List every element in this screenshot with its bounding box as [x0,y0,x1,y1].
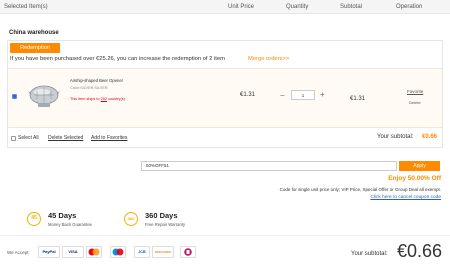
boleto-icon [180,246,196,258]
cart-item-row: Airship-shaped Beer Opener Color:SILVER,… [8,68,442,128]
order-subtotal-value: €0.66 [397,241,443,261]
warehouse-subtotal-label: Your subtotal: [377,134,414,140]
bulk-actions-row: Select All Delete Selected Add to Favori… [8,134,442,146]
repair-warranty-badge-icon: 360 [124,212,138,226]
shipping-note: This item ships to 252 country(s) [70,97,125,101]
warehouse-box: Redemption If you have been purchased ov… [7,40,443,148]
coupon-note: Code for single unit price only; VIP Pri… [279,187,441,192]
cart-table-header: Selected Item(s) Unit Price Quantity Sub… [0,0,450,14]
guarantee-title-warranty: 360 Days [145,211,178,220]
select-all-label[interactable]: Select All [18,135,39,141]
add-to-favorites-link[interactable]: Add to Favorites [91,135,127,141]
select-all-checkbox[interactable] [11,136,16,141]
quantity-increase-button[interactable]: + [320,90,325,99]
money-back-badge-icon: 45 [27,212,41,226]
warehouse-subtotal-value: €0.66 [422,134,438,140]
product-name[interactable]: Airship-shaped Beer Opener [70,78,123,83]
redemption-tag: Redemption [10,43,60,53]
item-subtotal: €1.31 [350,96,366,102]
redemption-message: If you have been purchased over €25.26, … [10,56,225,62]
quantity-input[interactable]: 1 [291,90,315,100]
apply-coupon-button[interactable]: Apply [399,161,440,171]
item-checkbox[interactable] [12,94,17,99]
guarantee-subtitle-money-back: Money Back Guarantee [48,222,92,227]
product-color: Color:SILVER,SILVER [70,86,108,90]
guarantee-subtitle-warranty: Free Repair Warranty [145,222,186,227]
warehouse-title: China warehouse [9,30,59,36]
cancel-coupon-link[interactable]: Click here to cancel coupon code [370,195,441,200]
favorite-link[interactable]: Favorite [407,89,423,94]
payment-footer: We Accept: PayPal VISA JCB DISCOVER Your… [0,235,450,268]
header-quantity: Quantity [286,4,309,10]
maestro-icon [110,246,126,258]
merge-orders-link[interactable]: Merge orders>> [248,56,289,62]
shipping-note-suffix: country(s) [106,97,125,101]
order-subtotal-label: Your subtotal: [351,251,388,257]
discount-message: Enjoy 50.00% Off [388,175,441,182]
quantity-decrease-button[interactable]: − [280,91,285,100]
header-subtotal: Subtotal [340,4,363,10]
shipping-note-prefix: This item ships to [70,97,101,101]
header-unit-price: Unit Price [228,4,255,10]
header-selected-items: Selected Item(s) [4,4,48,10]
we-accept-label: We Accept: [7,250,30,255]
delete-selected-link[interactable]: Delete Selected [48,135,83,141]
jcb-icon: JCB [134,246,150,258]
header-operation: Operation [396,4,423,10]
paypal-icon: PayPal [38,246,60,258]
delete-link[interactable]: Delete [409,100,421,105]
discover-icon: DISCOVER [152,246,174,258]
guarantee-title-money-back: 45 Days [48,211,77,220]
product-image[interactable] [28,77,60,117]
item-unit-price: €1.31 [240,92,256,98]
coupon-code-input[interactable]: 50%OFF51 [141,161,397,171]
mastercard-icon [86,246,102,258]
visa-icon: VISA [62,246,84,258]
